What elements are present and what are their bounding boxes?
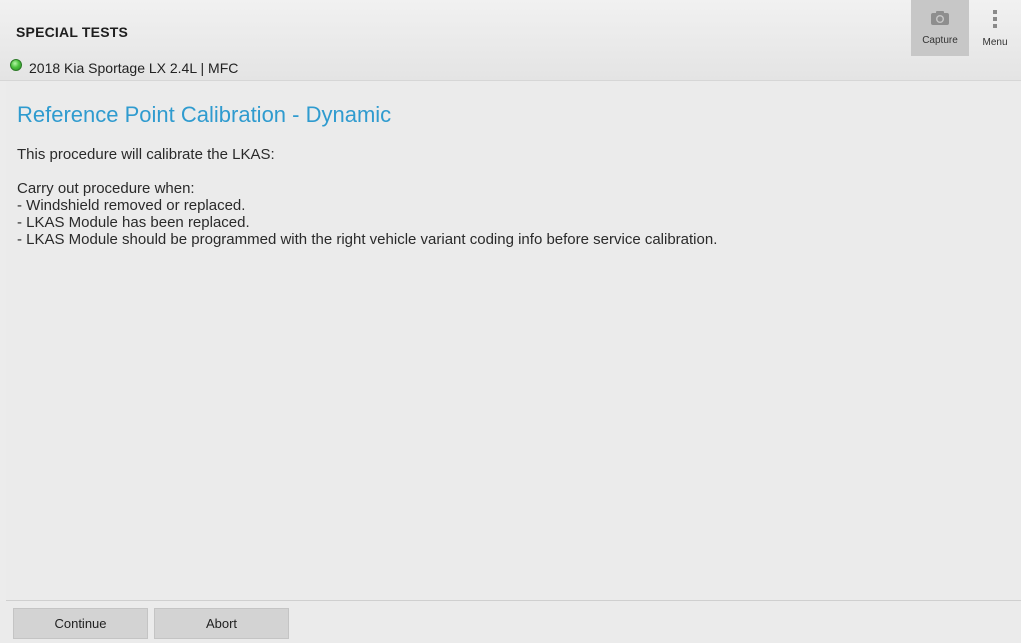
kebab-menu-icon xyxy=(992,10,998,28)
menu-button[interactable]: Menu xyxy=(969,0,1021,56)
connection-status-icon xyxy=(10,59,22,71)
condition-item: - LKAS Module should be programmed with … xyxy=(17,231,718,248)
capture-label: Capture xyxy=(922,35,958,46)
header-bar: SPECIAL TESTS 2018 Kia Sportage LX 2.4L … xyxy=(0,0,1021,81)
capture-button[interactable]: Capture xyxy=(911,0,969,56)
vehicle-info: 2018 Kia Sportage LX 2.4L | MFC xyxy=(10,58,238,78)
section-title: SPECIAL TESTS xyxy=(16,24,129,40)
vehicle-label: 2018 Kia Sportage LX 2.4L | MFC xyxy=(29,60,239,76)
intro-text: This procedure will calibrate the LKAS: xyxy=(17,146,275,163)
app-window: SPECIAL TESTS 2018 Kia Sportage LX 2.4L … xyxy=(0,0,1021,643)
condition-item: - Windshield removed or replaced. xyxy=(17,197,246,214)
main-content: Reference Point Calibration - Dynamic Th… xyxy=(6,81,1021,601)
menu-label: Menu xyxy=(982,37,1008,48)
footer-bar: Continue Abort xyxy=(0,601,1021,643)
page-title: Reference Point Calibration - Dynamic xyxy=(17,102,392,127)
continue-button[interactable]: Continue xyxy=(13,608,148,639)
conditions-heading: Carry out procedure when: xyxy=(17,180,195,197)
camera-icon xyxy=(931,11,949,25)
condition-item: - LKAS Module has been replaced. xyxy=(17,214,250,231)
procedure-description: This procedure will calibrate the LKAS: … xyxy=(17,146,717,248)
abort-button[interactable]: Abort xyxy=(154,608,289,639)
